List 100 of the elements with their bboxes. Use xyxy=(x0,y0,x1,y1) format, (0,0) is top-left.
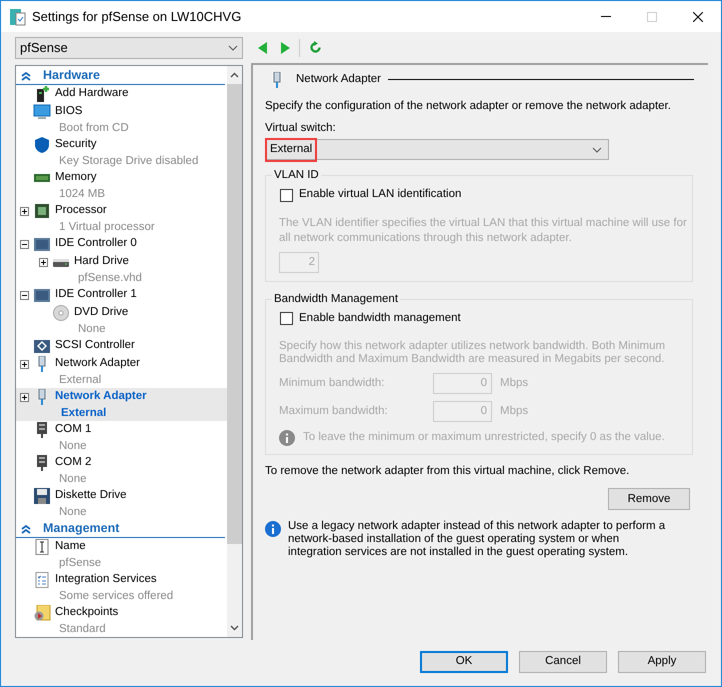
item-label: IDE Controller 0 xyxy=(55,236,137,252)
tree-item[interactable]: IDE Controller 0 xyxy=(16,235,227,253)
virtual-switch-dropdown[interactable]: External xyxy=(265,139,609,160)
item-detail: None xyxy=(78,322,106,337)
controller-icon xyxy=(33,236,51,252)
section-header[interactable]: Management xyxy=(16,520,225,538)
item-detail: None xyxy=(59,505,86,520)
tree-item[interactable]: Processor 1 Virtual processor xyxy=(16,202,227,235)
vlan-description: The VLAN identifier specifies the virtual LAN that this virtual machine will use for all network communications through this network adapter. xyxy=(279,216,688,246)
tree-item[interactable]: IDE Controller 1 xyxy=(16,286,227,304)
processor-icon xyxy=(33,203,51,219)
collapse-chevrons-icon[interactable] xyxy=(20,524,32,534)
item-detail: 1024 MB xyxy=(59,187,106,202)
text-cursor-icon xyxy=(33,539,51,555)
controller-icon xyxy=(33,287,51,303)
checkpoint-folder-icon xyxy=(33,605,51,621)
tree-item[interactable]: Checkpoints Standard xyxy=(16,604,227,637)
vm-dropdown[interactable]: pfSense xyxy=(15,37,243,59)
item-label: Diskette Drive xyxy=(55,488,127,504)
item-detail: 1 Virtual processor xyxy=(59,220,155,235)
switch-value: External xyxy=(268,141,314,159)
tree-item[interactable]: BIOS Boot from CD xyxy=(16,103,227,136)
disc-icon xyxy=(52,305,70,321)
item-detail: None xyxy=(59,439,86,454)
monitor-icon xyxy=(33,104,51,120)
tree-item[interactable]: Add Hardware xyxy=(16,85,227,103)
collapse-toggle-icon[interactable] xyxy=(20,240,29,248)
tree-item[interactable]: Name pfSense xyxy=(16,538,227,571)
item-label: Add Hardware xyxy=(55,86,129,102)
scrollbar[interactable] xyxy=(227,66,242,637)
checkbox[interactable] xyxy=(280,312,293,325)
info-text: Use a legacy network adapter instead of this network adapter to perform a network-based installation of the guest operating system or when integration services are not installed in the guest operating system. xyxy=(288,520,666,560)
item-label: COM 2 xyxy=(55,455,92,470)
item-label: Network Adapter xyxy=(55,356,140,372)
collapse-chevrons-icon[interactable] xyxy=(20,70,32,80)
item-label: Integration Services xyxy=(55,572,157,588)
tree-item[interactable]: Network Adapter External xyxy=(16,355,227,388)
bandwidth-description: Specify how this network adapter utilizes network bandwidth. Both Minimum Bandwidth and Maximum Bandwidth are measured in Megabits per second. xyxy=(279,340,666,366)
item-label: IDE Controller 1 xyxy=(55,287,137,302)
item-label: COM 1 xyxy=(55,422,92,438)
info-icon xyxy=(279,430,295,446)
checkbox-label: Enable virtual LAN identification xyxy=(299,187,462,202)
item-detail: External xyxy=(61,406,106,421)
item-label: Security xyxy=(55,137,97,152)
shield-icon xyxy=(33,137,51,153)
chevron-down-icon xyxy=(228,45,238,51)
collapse-toggle-icon[interactable] xyxy=(20,290,29,300)
tree-item[interactable]: Security Key Storage Drive disabled xyxy=(16,136,227,169)
item-label: Checkpoints xyxy=(55,605,118,620)
item-detail: Boot from CD xyxy=(59,121,129,136)
expand-toggle-icon[interactable] xyxy=(20,206,29,216)
item-label: Processor xyxy=(55,203,107,218)
dialog-button[interactable]: Apply xyxy=(618,651,706,673)
section-heading: Network Adapter xyxy=(296,72,382,88)
expand-toggle-icon[interactable] xyxy=(20,360,29,368)
checkbox-label: Enable bandwidth management xyxy=(299,310,461,326)
note-text: To leave the minimum or maximum unrestricted, specify 0 as the value. xyxy=(303,430,665,445)
info-icon xyxy=(265,521,281,538)
tree-item[interactable]: Memory 1024 MB xyxy=(16,169,227,202)
item-detail: Standard xyxy=(59,622,106,637)
expand-toggle-icon[interactable] xyxy=(20,392,29,402)
scroll-up-icon[interactable] xyxy=(230,72,239,78)
remove-instructions: To remove the network adapter from this virtual machine, click Remove. xyxy=(265,464,630,480)
item-detail: pfSense.vhd xyxy=(78,271,142,286)
item-label: DVD Drive xyxy=(74,305,128,320)
scroll-down-icon[interactable] xyxy=(230,625,239,631)
remove-button[interactable]: Remove xyxy=(608,488,690,510)
close-icon xyxy=(693,12,703,22)
item-detail: Some services offered xyxy=(59,589,174,604)
scrollbar-thumb[interactable] xyxy=(227,84,242,544)
tree-item[interactable]: COM 2 None xyxy=(16,454,227,487)
item-detail: Key Storage Drive disabled xyxy=(59,154,198,169)
refresh-icon[interactable] xyxy=(309,41,322,54)
item-label: Network Adapter xyxy=(55,389,147,404)
item-detail: None xyxy=(59,472,86,487)
item-label: BIOS xyxy=(55,104,82,120)
section-header[interactable]: Hardware xyxy=(16,67,225,85)
unit-label: Mbps xyxy=(500,404,528,419)
scsi-controller-icon xyxy=(33,338,51,354)
dialog-button[interactable]: OK xyxy=(420,651,508,673)
chevron-down-icon xyxy=(592,146,602,153)
tree-item[interactable]: Diskette Drive None xyxy=(16,487,227,520)
item-detail: External xyxy=(59,373,102,388)
item-label: SCSI Controller xyxy=(55,338,135,354)
field-label: Minimum bandwidth: xyxy=(279,376,386,391)
tree-item[interactable]: Network Adapter External xyxy=(16,388,227,421)
tree-item[interactable]: COM 1 None xyxy=(16,421,227,454)
item-detail: pfSense xyxy=(59,556,102,571)
field-label: Virtual switch: xyxy=(265,121,337,136)
item-label: Hard Drive xyxy=(74,254,129,270)
tree-item[interactable]: DVD Drive None xyxy=(16,304,227,337)
checkbox[interactable] xyxy=(280,188,293,202)
dialog-button[interactable]: Cancel xyxy=(519,651,607,673)
field-label: Maximum bandwidth: xyxy=(279,404,389,419)
expand-toggle-icon[interactable] xyxy=(39,258,48,266)
tree-item[interactable]: Hard Drive pfSense.vhd xyxy=(16,253,227,286)
intro-text: Specify the configuration of the network adapter or remove the network adapter. xyxy=(265,98,672,114)
tree-item[interactable]: Integration Services Some services offered xyxy=(16,571,227,604)
settings-document-icon xyxy=(10,8,26,26)
tree-item[interactable]: SCSI Controller xyxy=(16,337,227,355)
